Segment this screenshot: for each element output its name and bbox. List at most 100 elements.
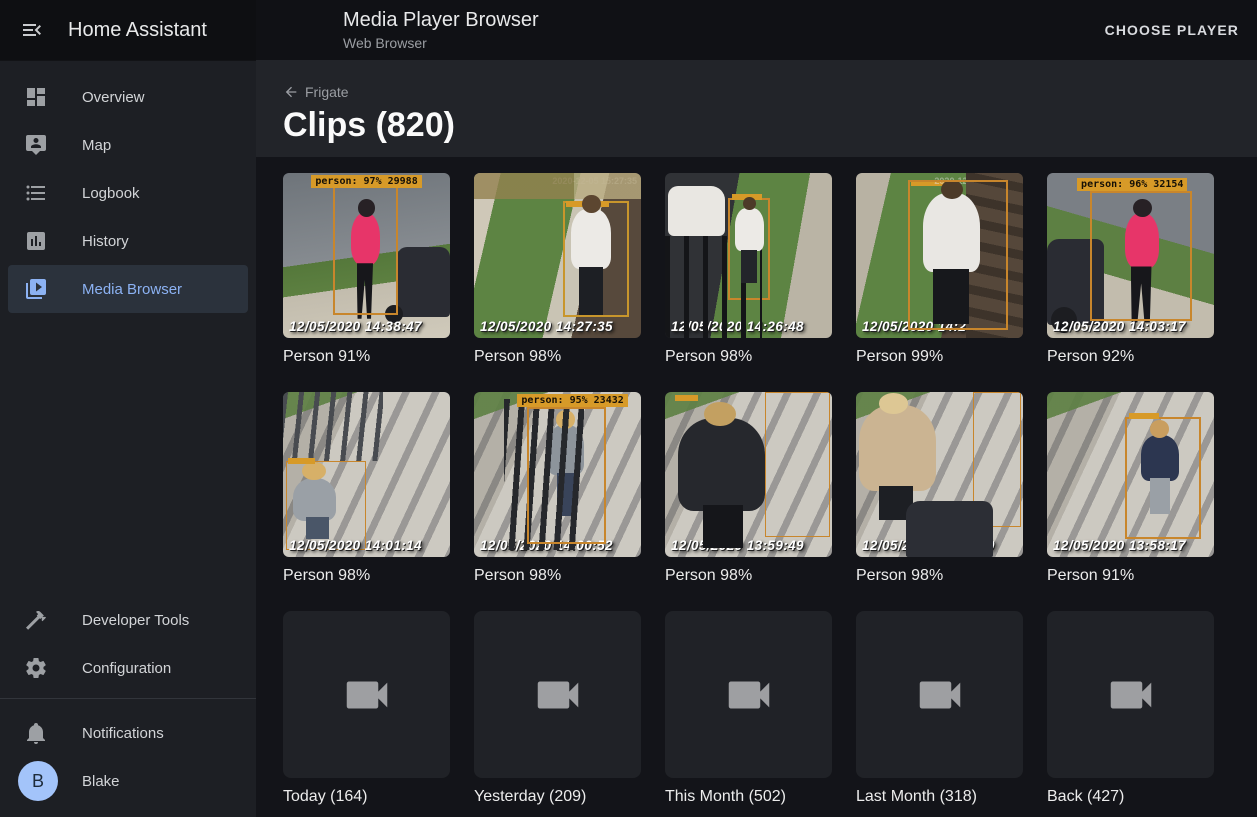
sidebar-item-profile[interactable]: B Blake (8, 757, 248, 805)
clip-thumbnail: person: 95% 23432 12/05/2020 14:00:52 (474, 392, 641, 557)
clip-thumbnail: 2020-12-05 15:27:35 12/05/2020 14:27:35 (474, 173, 641, 338)
sidebar-item-map[interactable]: Map (8, 121, 248, 169)
clip-thumbnail: person: 97% 29988 12/05/2020 14:38:47 (283, 173, 450, 338)
section-title: Clips (820) (283, 106, 455, 145)
detection-bounding-box (527, 407, 605, 544)
avatar: B (18, 761, 58, 801)
timestamp-overlay: 12/05/2020 14:27:35 (480, 319, 613, 334)
cog-icon (24, 656, 48, 680)
detection-label: person: 97% 29988 (311, 175, 421, 188)
detection-bounding-box (908, 180, 1008, 330)
breadcrumb-label: Frigate (305, 84, 349, 100)
folder-card[interactable]: Last Month (318) (856, 611, 1023, 807)
page-title: Media Player Browser (343, 8, 539, 32)
clip-card[interactable]: person: 95% 23432 12/05/2020 14:00:52 Pe… (474, 392, 641, 586)
folder-label: Yesterday (209) (474, 787, 641, 807)
sidebar-item-configuration[interactable]: Configuration (8, 644, 248, 692)
folder-card[interactable]: Today (164) (283, 611, 450, 807)
sidebar-item-developer-tools[interactable]: Developer Tools (8, 596, 248, 644)
clip-card[interactable]: 12/05/2020 14:26:48 Person 98% (665, 173, 832, 367)
folder-card[interactable]: This Month (502) (665, 611, 832, 807)
sidebar-item-logbook[interactable]: Logbook (8, 169, 248, 217)
video-camera-icon (1104, 668, 1158, 722)
breadcrumb[interactable]: Frigate (283, 84, 349, 100)
person-figure (859, 405, 936, 491)
folder-label: Today (164) (283, 787, 450, 807)
detection-bounding-box (765, 392, 830, 537)
menu-open-icon[interactable] (8, 6, 56, 54)
clip-caption: Person 99% (856, 347, 1023, 367)
sidebar-item-media-browser[interactable]: Media Browser (8, 265, 248, 313)
arrow-left-icon (283, 84, 299, 100)
detection-label-small (288, 458, 315, 464)
sidebar-item-label: Overview (82, 89, 145, 106)
sidebar: Overview Map Logbook History Media Brows… (0, 60, 256, 817)
clip-card[interactable]: 12/05/2020 13:58:30 Person 98% (856, 392, 1023, 586)
clip-card[interactable]: person: 96% 32154 12/05/2020 14:03:17 Pe… (1047, 173, 1214, 367)
sidebar-item-history[interactable]: History (8, 217, 248, 265)
detection-label: person: 96% 32154 (1077, 178, 1187, 191)
video-camera-icon (340, 668, 394, 722)
sidebar-item-overview[interactable]: Overview (8, 73, 248, 121)
timestamp-overlay: 12/05/2020 13:58:17 (1053, 538, 1186, 553)
sidebar-divider (0, 698, 256, 699)
app-bar: Home Assistant Media Player Browser Web … (0, 0, 1257, 60)
clip-caption: Person 91% (1047, 566, 1214, 586)
timestamp-overlay: 12/05/2020 14:03:17 (1053, 319, 1186, 334)
railing-figure (283, 392, 383, 461)
stroller-figure (906, 501, 993, 557)
clip-caption: Person 98% (474, 566, 641, 586)
content-header: Frigate Clips (820) (256, 60, 1257, 157)
clip-card[interactable]: 2020-12-05 15:26:06 12/05/2020 14:26:07 … (856, 173, 1023, 367)
folder-tile (474, 611, 641, 778)
sidebar-item-label: Notifications (82, 725, 164, 742)
tooltip-account-icon (24, 133, 48, 157)
clip-caption: Person 92% (1047, 347, 1214, 367)
clip-caption: Person 91% (283, 347, 450, 367)
detection-bounding-box (333, 185, 398, 315)
choose-player-button[interactable]: CHOOSE PLAYER (1087, 12, 1257, 48)
sidebar-bottom-nav: Developer Tools Configuration Notificati… (0, 596, 256, 817)
bell-icon (24, 721, 48, 745)
detection-label: person: 95% 23432 (517, 394, 627, 407)
clip-card[interactable]: 12/05/2020 13:59:49 Person 98% (665, 392, 832, 586)
sidebar-item-notifications[interactable]: Notifications (8, 709, 248, 757)
clip-card[interactable]: 2020-12-05 15:27:35 12/05/2020 14:27:35 … (474, 173, 641, 367)
detection-bounding-box (1090, 191, 1192, 321)
folder-label: Last Month (318) (856, 787, 1023, 807)
folder-card[interactable]: Yesterday (209) (474, 611, 641, 807)
clip-card[interactable]: person: 97% 29988 12/05/2020 14:38:47 Pe… (283, 173, 450, 367)
sidebar-item-label: History (82, 233, 129, 250)
page-heading: Media Player Browser Web Browser (343, 8, 539, 52)
hammer-icon (24, 608, 48, 632)
sidebar-item-label: Developer Tools (82, 612, 189, 629)
detection-label-small (675, 395, 698, 401)
folder-tile (1047, 611, 1214, 778)
video-camera-icon (913, 668, 967, 722)
clip-thumbnail: 12/05/2020 13:58:30 (856, 392, 1023, 557)
timestamp-overlay: 12/05/2020 14:38:47 (289, 319, 422, 334)
timestamp-overlay: 12/05/2020 14:01:14 (289, 538, 422, 553)
clip-card[interactable]: 12/05/2020 13:58:17 Person 91% (1047, 392, 1214, 586)
media-grid: person: 97% 29988 12/05/2020 14:38:47 Pe… (256, 157, 1257, 807)
folder-card[interactable]: Back (427) (1047, 611, 1214, 807)
folder-tile (665, 611, 832, 778)
sidebar-nav: Overview Map Logbook History Media Brows… (0, 61, 256, 313)
clip-thumbnail: 12/05/2020 13:59:49 (665, 392, 832, 557)
clip-caption: Person 98% (474, 347, 641, 367)
sidebar-item-label: Blake (82, 773, 120, 790)
sidebar-item-label: Logbook (82, 185, 140, 202)
clip-thumbnail: person: 96% 32154 12/05/2020 14:03:17 (1047, 173, 1214, 338)
view-dashboard-icon (24, 85, 48, 109)
clip-card[interactable]: 12/05/2020 14:01:14 Person 98% (283, 392, 450, 586)
media-grid-area: person: 97% 29988 12/05/2020 14:38:47 Pe… (256, 157, 1257, 817)
timestamp-overlay: 12/05/2020 14:26:48 (671, 319, 804, 334)
clip-caption: Person 98% (856, 566, 1023, 586)
clip-caption: Person 98% (665, 566, 832, 586)
sidebar-gap (0, 313, 256, 596)
person-figure (678, 418, 765, 510)
page-subtitle: Web Browser (343, 34, 539, 52)
folder-tile (283, 611, 450, 778)
video-camera-icon (531, 668, 585, 722)
app-bar-left: Home Assistant (0, 0, 256, 60)
